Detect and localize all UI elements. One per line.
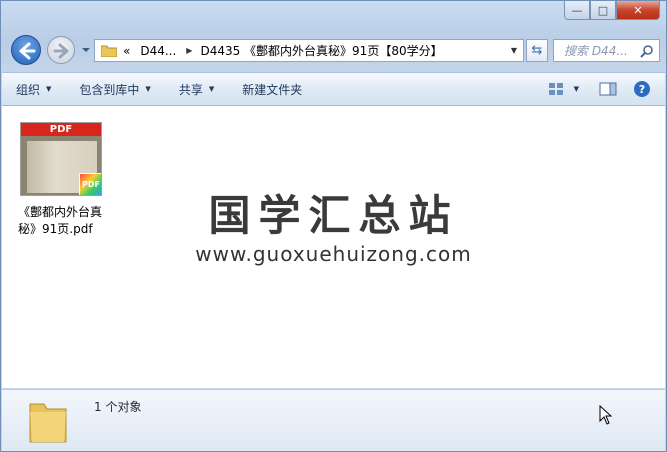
folder-icon [101,45,117,57]
watermark-url: www.guoxuehuizong.com [195,242,472,266]
recent-pages-dropdown[interactable] [81,45,91,55]
organize-button[interactable]: 组织 ▼ [2,81,65,98]
breadcrumb-separator-icon[interactable]: ▶ [186,46,192,55]
address-bar[interactable]: « D44... ▶ D4435 《鄷都内外台真秘》91页【80学分】 ▼ [94,39,524,62]
close-button[interactable]: ✕ [616,1,660,20]
mouse-cursor-icon [599,405,613,425]
share-label: 共享 [178,82,203,97]
explorer-window: — □ ✕ « D44... ▶ D4435 《鄷都内外台真秘》91页【80学分… [0,0,667,452]
svg-text:?: ? [639,83,645,96]
organize-label: 组织 [16,82,41,97]
refresh-icon: ⇆ [531,43,543,58]
change-view-icon[interactable] [548,82,564,96]
details-pane: 1 个对象 [2,389,665,451]
watermark-title: 国学汇总站 [208,191,459,240]
forward-arrow-icon [53,43,69,59]
command-bar: 组织 ▼ 包含到库中 ▼ 共享 ▼ 新建文件夹 ▼ ? [2,72,665,106]
back-arrow-icon [19,42,36,60]
refresh-button[interactable]: ⇆ [526,39,548,62]
new-folder-button[interactable]: 新建文件夹 [228,81,316,98]
preview-pane-icon[interactable] [599,82,617,96]
share-button[interactable]: 共享 ▼ [165,81,228,98]
navigation-bar: « D44... ▶ D4435 《鄷都内外台真秘》91页【80学分】 ▼ ⇆ … [1,35,666,67]
breadcrumb-parent[interactable]: D44... [140,44,176,58]
thumb-label: PDF [21,123,101,136]
chevron-down-icon: ▼ [46,85,52,93]
new-folder-label: 新建文件夹 [242,82,303,97]
search-box[interactable]: 搜索 D44... [553,39,660,62]
item-count: 1 个对象 [94,400,142,414]
include-in-library-button[interactable]: 包含到库中 ▼ [65,81,164,98]
window-controls: — □ ✕ [564,1,660,20]
folder-icon [29,403,67,443]
search-input[interactable]: 搜索 D44... [564,42,640,59]
help-icon[interactable]: ? [633,80,651,98]
search-icon [640,44,653,58]
breadcrumb-current[interactable]: D4435 《鄷都内外台真秘》91页【80学分】 [200,42,442,59]
minimize-button[interactable]: — [564,1,590,20]
include-library-label: 包含到库中 [79,82,140,97]
chevron-down-icon: ▼ [208,85,215,93]
address-overflow[interactable]: « [123,44,130,58]
chevron-down-icon: ▼ [145,85,151,93]
file-list-area[interactable]: PDF PDF 《鄷都内外台真秘》91页.pdf 国学汇总站 www.guoxu… [2,106,665,388]
view-options-dropdown-icon[interactable]: ▼ [574,85,579,93]
back-button[interactable] [11,35,41,65]
address-dropdown-icon[interactable]: ▼ [511,46,517,55]
view-controls: ▼ ? [548,80,651,98]
maximize-button[interactable]: □ [590,1,616,20]
forward-button[interactable] [47,36,75,64]
